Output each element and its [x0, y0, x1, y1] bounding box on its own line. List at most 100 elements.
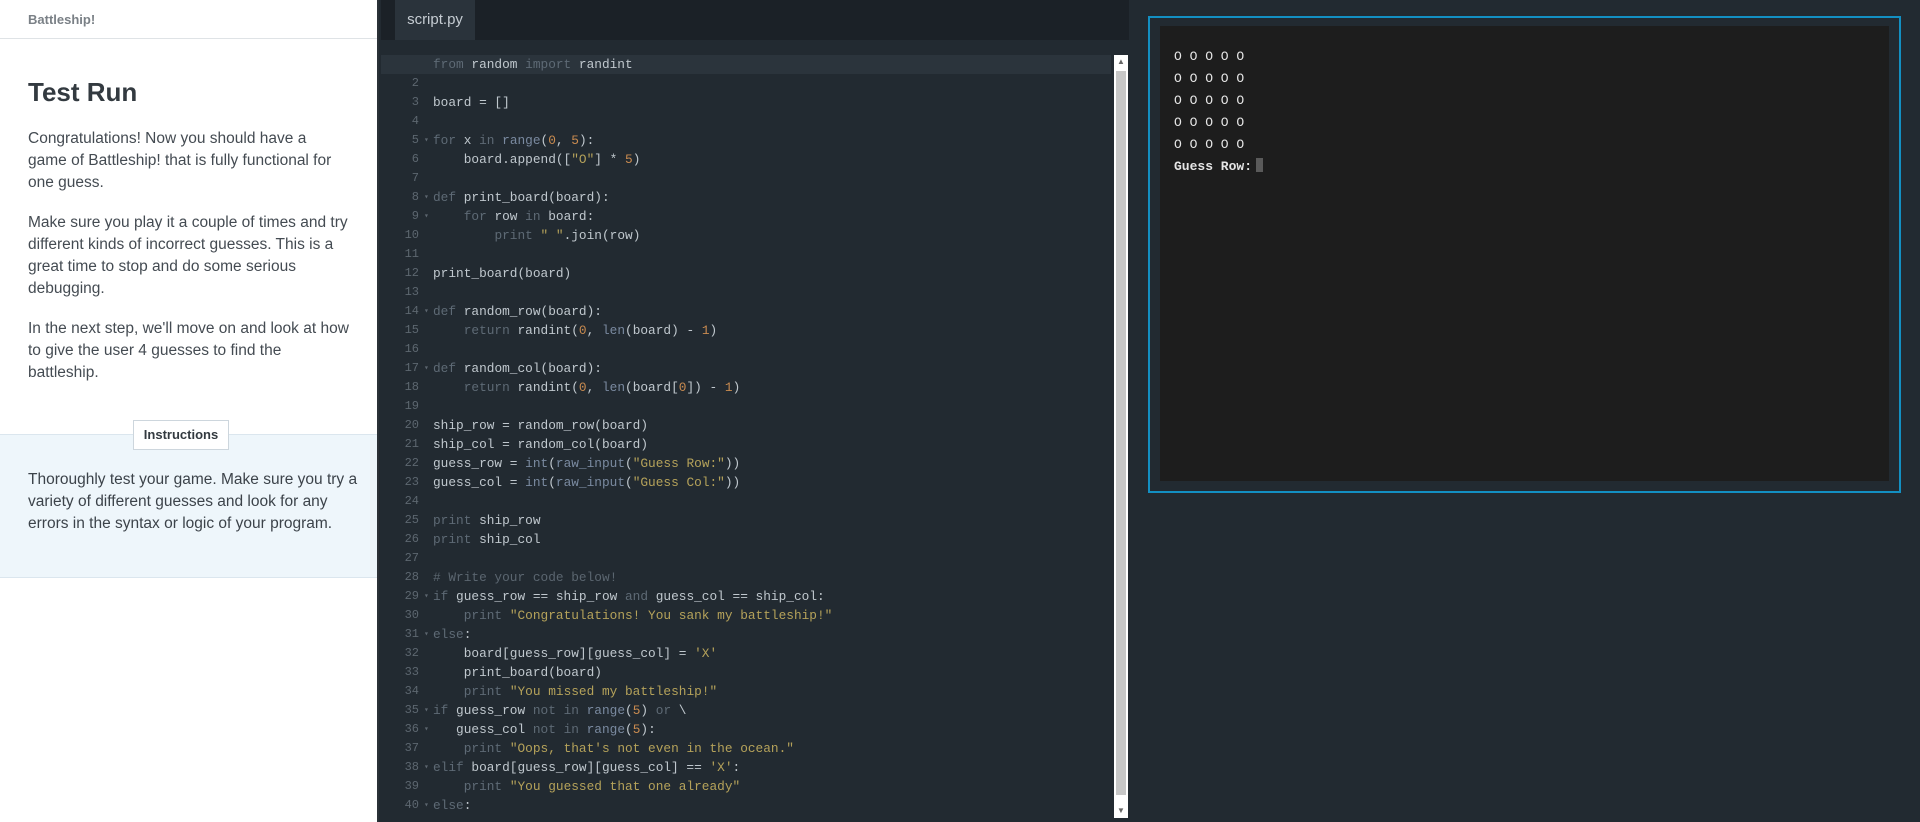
fold-toggle-icon[interactable]: ▾: [424, 188, 429, 207]
code-line[interactable]: # Write your code below!: [433, 568, 1083, 587]
line-number: 30: [404, 608, 419, 622]
code-line[interactable]: else:: [433, 796, 1083, 815]
line-number: 6: [411, 152, 419, 166]
instructions-text: Thoroughly test your game. Make sure you…: [28, 471, 358, 532]
line-number: 22: [404, 456, 419, 470]
fold-toggle-icon[interactable]: ▾: [424, 587, 429, 606]
lesson-title: Test Run: [28, 77, 138, 107]
console-prompt: Guess Row:: [1174, 159, 1253, 174]
code-line[interactable]: if guess_row not in range(5) or \: [433, 701, 1083, 720]
line-number: 33: [404, 665, 419, 679]
code-line[interactable]: for x in range(0, 5):: [433, 131, 1083, 150]
code-line[interactable]: board.append(["O"] * 5): [433, 150, 1083, 169]
code-line[interactable]: [433, 492, 1083, 511]
line-number: 31 ▾: [381, 625, 429, 644]
line-number: 37: [404, 741, 419, 755]
console-line: O O O O O: [1174, 71, 1245, 86]
code-line[interactable]: print ship_col: [433, 530, 1083, 549]
line-number: 23: [404, 475, 419, 489]
line-number: 38 ▾: [381, 758, 429, 777]
line-number: 10: [404, 228, 419, 242]
code-line[interactable]: guess_row = int(raw_input("Guess Row:")): [433, 454, 1083, 473]
scroll-thumb[interactable]: [1116, 71, 1126, 795]
code-line[interactable]: return randint(0, len(board[0]) - 1): [433, 378, 1083, 397]
code-line[interactable]: print "You guessed that one already": [433, 777, 1083, 796]
code-line[interactable]: board = []: [433, 93, 1083, 112]
code-line[interactable]: [433, 74, 1083, 93]
fold-toggle-icon[interactable]: ▾: [424, 131, 429, 150]
code-line[interactable]: guess_col not in range(5):: [433, 720, 1083, 739]
code-line[interactable]: def print_board(board):: [433, 188, 1083, 207]
code-line[interactable]: print "Congratulations! You sank my batt…: [433, 606, 1083, 625]
console-cursor[interactable]: [1256, 158, 1264, 172]
code-line[interactable]: print " ".join(row): [433, 226, 1083, 245]
instructions-section: Instructions Thoroughly test your game. …: [0, 420, 377, 578]
code-line[interactable]: guess_col = int(raw_input("Guess Col:")): [433, 473, 1083, 492]
line-number: 2: [411, 76, 419, 90]
code-line[interactable]: [433, 169, 1083, 188]
fold-toggle-icon[interactable]: ▾: [424, 359, 429, 378]
fold-toggle-icon[interactable]: ▾: [424, 796, 429, 815]
code-line[interactable]: def random_row(board):: [433, 302, 1083, 321]
console-line: O O O O O: [1174, 49, 1245, 64]
code-line[interactable]: print "Oops, that's not even in the ocea…: [433, 739, 1083, 758]
code-line[interactable]: ship_row = random_row(board): [433, 416, 1083, 435]
console-output[interactable]: O O O O O O O O O O O O O O O O O O O O …: [1160, 26, 1889, 481]
code-line[interactable]: elif board[guess_row][guess_col] == 'X':: [433, 758, 1083, 777]
instructions-tab[interactable]: Instructions: [133, 420, 229, 450]
line-number: 7: [411, 171, 419, 185]
line-number: 32: [404, 646, 419, 660]
code-line[interactable]: [433, 549, 1083, 568]
line-number: 20: [404, 418, 419, 432]
lesson-panel: Battleship! Test Run Congratulations! No…: [0, 0, 379, 822]
line-number: 21: [404, 437, 419, 451]
lesson-paragraph-1: Congratulations! Now you should have a g…: [28, 130, 332, 191]
line-number: 35 ▾: [381, 701, 429, 720]
code-line[interactable]: return randint(0, len(board) - 1): [433, 321, 1083, 340]
code-area[interactable]: from random import randint board = [] fo…: [381, 55, 1111, 815]
line-number: 11: [404, 247, 419, 261]
lesson-body: Test Run Congratulations! Now you should…: [0, 77, 377, 384]
fold-toggle-icon[interactable]: ▾: [424, 625, 429, 644]
line-number: 4: [411, 114, 419, 128]
code-line[interactable]: print_board(board): [433, 264, 1083, 283]
fold-toggle-icon[interactable]: ▾: [424, 701, 429, 720]
code-line[interactable]: [433, 245, 1083, 264]
fold-toggle-icon[interactable]: ▾: [424, 720, 429, 739]
line-number: 18: [404, 380, 419, 394]
course-title: Battleship!: [0, 0, 377, 39]
tab-script-py[interactable]: script.py: [395, 0, 475, 40]
line-number: 29 ▾: [381, 587, 429, 606]
line-number: 25: [404, 513, 419, 527]
line-number: 28: [404, 570, 419, 584]
line-number: 9 ▾: [381, 207, 429, 226]
code-line[interactable]: [433, 283, 1083, 302]
code-line[interactable]: print ship_row: [433, 511, 1083, 530]
code-line[interactable]: from random import randint: [381, 55, 1111, 74]
code-line[interactable]: board[guess_row][guess_col] = 'X': [433, 644, 1083, 663]
code-line[interactable]: ship_col = random_col(board): [433, 435, 1083, 454]
fold-toggle-icon[interactable]: ▾: [424, 302, 429, 321]
fold-toggle-icon[interactable]: ▾: [424, 207, 429, 226]
line-number: 36 ▾: [381, 720, 429, 739]
console-line: O O O O O: [1174, 137, 1245, 152]
code-line[interactable]: print_board(board): [433, 663, 1083, 682]
code-line[interactable]: if guess_row == ship_row and guess_col =…: [433, 587, 1083, 606]
code-line[interactable]: else:: [433, 625, 1083, 644]
console-frame: O O O O O O O O O O O O O O O O O O O O …: [1148, 16, 1901, 493]
code-line[interactable]: [433, 112, 1083, 131]
code-line[interactable]: [433, 397, 1083, 416]
fold-toggle-icon[interactable]: ▾: [424, 758, 429, 777]
code-line[interactable]: [433, 340, 1083, 359]
scroll-down-icon[interactable]: ▼: [1114, 804, 1128, 818]
code-line[interactable]: print "You missed my battleship!": [433, 682, 1083, 701]
editor-tab-bar: script.py: [381, 0, 1129, 40]
line-number: 26: [404, 532, 419, 546]
line-number: 14 ▾: [381, 302, 429, 321]
code-line[interactable]: def random_col(board):: [433, 359, 1083, 378]
code-line[interactable]: for row in board:: [433, 207, 1083, 226]
editor-scrollbar[interactable]: ▲ ▼: [1114, 55, 1128, 818]
scroll-up-icon[interactable]: ▲: [1114, 55, 1128, 69]
code-editor[interactable]: script.py 12345▾678▾9▾1011121314▾151617▾…: [381, 0, 1129, 822]
line-number: 15: [404, 323, 419, 337]
